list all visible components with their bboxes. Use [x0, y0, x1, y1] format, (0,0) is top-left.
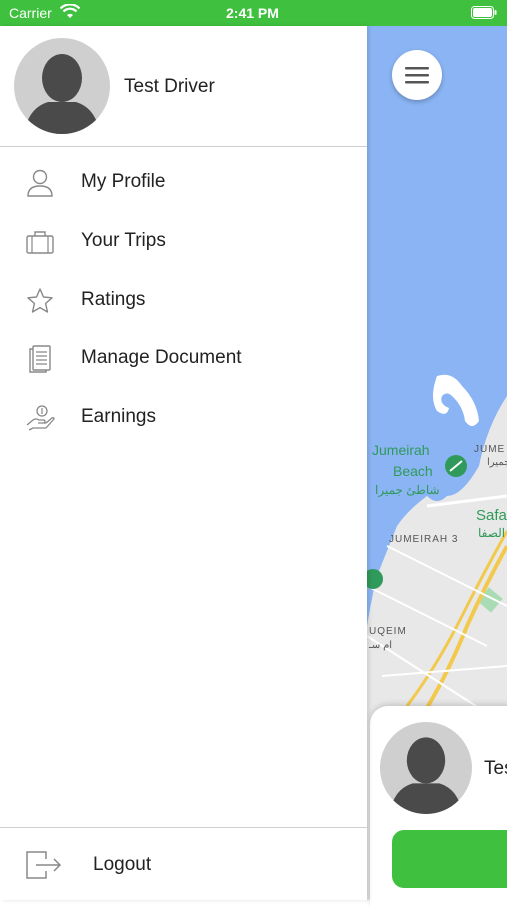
- menu-item-label: Your Trips: [81, 230, 166, 251]
- menu-item-ratings[interactable]: Ratings: [0, 274, 367, 328]
- map-label-jumeirah: Jumeirah: [372, 442, 430, 458]
- driver-name: Test Driver: [124, 76, 215, 97]
- card-avatar: [380, 722, 472, 814]
- map-label-uqeim: UQEIM: [369, 626, 407, 637]
- menu-item-earnings[interactable]: Earnings: [0, 391, 367, 445]
- menu-item-label: Ratings: [81, 289, 146, 310]
- star-icon: [24, 286, 56, 316]
- map-label-beach: Beach: [393, 463, 433, 479]
- menu-item-your-trips[interactable]: Your Trips: [0, 215, 367, 269]
- avatar-silhouette-icon: [24, 54, 100, 134]
- card-driver-name: Tes: [484, 758, 507, 779]
- avatar[interactable]: [14, 38, 110, 134]
- clock: 2:41 PM: [226, 5, 279, 21]
- logout-button[interactable]: Logout: [0, 841, 367, 891]
- status-bar: Carrier 2:41 PM: [0, 0, 507, 26]
- map-label-jume-arabic: جميرا: [487, 457, 507, 468]
- logout-icon: [24, 849, 64, 881]
- hamburger-icon: [405, 67, 429, 84]
- side-drawer: Test Driver My Profile Your Trips Rating…: [0, 26, 367, 900]
- hamburger-menu-button[interactable]: [392, 50, 442, 100]
- menu-item-label: My Profile: [81, 171, 166, 192]
- carrier-label: Carrier: [9, 5, 52, 21]
- briefcase-icon: [24, 227, 56, 257]
- battery-icon: [471, 6, 497, 19]
- menu-item-label: Manage Document: [81, 347, 242, 368]
- map-label-beach-arabic: شاطئ جميرا: [375, 483, 440, 497]
- earnings-hand-icon: [24, 403, 56, 433]
- map-label-uqeim-arabic: ام سـ: [369, 640, 393, 651]
- avatar-silhouette-icon: [389, 737, 463, 814]
- logout-label: Logout: [93, 854, 152, 875]
- map-label-jume: JUME: [474, 444, 506, 455]
- wifi-icon: [59, 3, 81, 25]
- map-label-safa: Safa: [476, 507, 507, 524]
- menu-item-label: Earnings: [81, 406, 156, 427]
- divider: [0, 146, 367, 147]
- map-label-safa-arabic: الصفا: [478, 526, 506, 540]
- map-label-jumeirah3: JUMEIRAH 3: [389, 534, 459, 545]
- person-icon: [24, 168, 56, 198]
- menu-item-manage-document[interactable]: Manage Document: [0, 332, 367, 386]
- menu-item-my-profile[interactable]: My Profile: [0, 156, 367, 210]
- document-icon: [24, 344, 56, 374]
- divider: [0, 827, 367, 828]
- card-action-button[interactable]: [392, 830, 507, 888]
